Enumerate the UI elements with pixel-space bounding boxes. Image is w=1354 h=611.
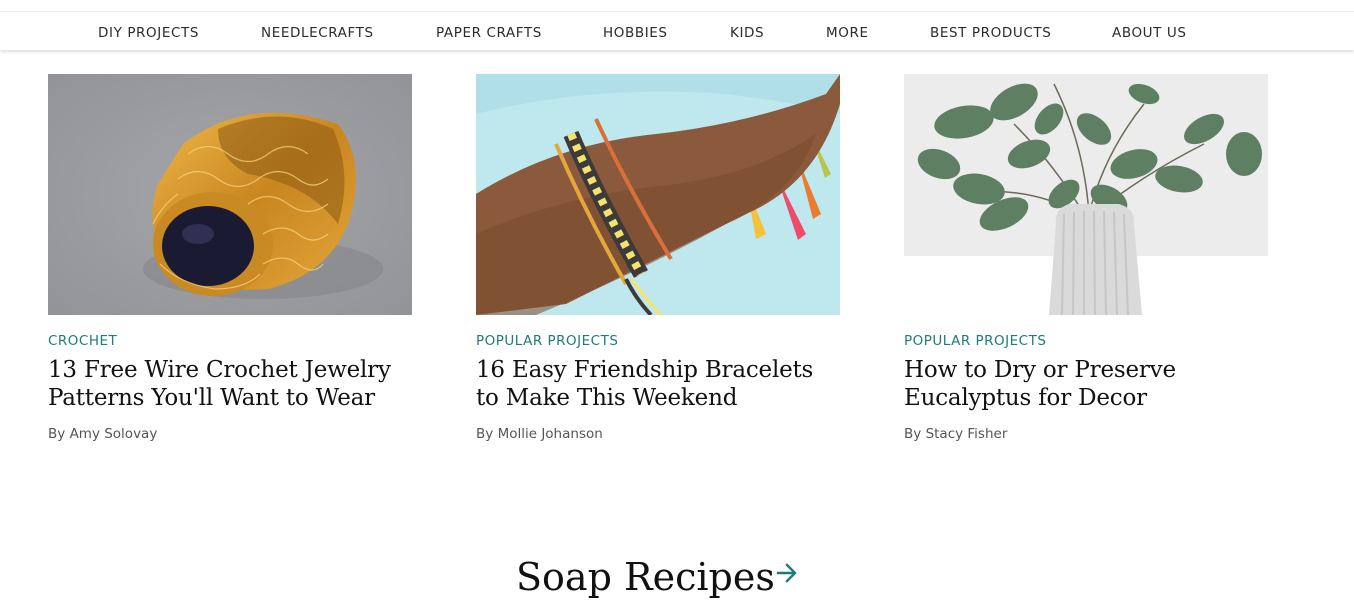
author-name[interactable]: Mollie Johanson bbox=[498, 426, 603, 442]
byline-prefix: By bbox=[476, 426, 494, 442]
article-card-friendship-bracelets[interactable]: POPULAR PROJECTS 16 Easy Friendship Brac… bbox=[476, 74, 840, 442]
article-byline: By Amy Solovay bbox=[48, 426, 157, 442]
nav-item-needlecrafts[interactable]: NEEDLECRAFTS bbox=[261, 25, 374, 41]
article-title[interactable]: 16 Easy Friendship Bracelets to Make Thi… bbox=[476, 356, 840, 412]
article-title[interactable]: How to Dry or Preserve Eucalyptus for De… bbox=[904, 356, 1268, 412]
author-name[interactable]: Amy Solovay bbox=[70, 426, 158, 442]
article-category[interactable]: POPULAR PROJECTS bbox=[476, 333, 618, 349]
author-name[interactable]: Stacy Fisher bbox=[926, 426, 1008, 442]
friendship-bracelets-image[interactable] bbox=[476, 74, 840, 315]
nav-item-more[interactable]: MORE bbox=[826, 25, 869, 41]
section-heading-soap-recipes[interactable]: Soap Recipes bbox=[516, 554, 775, 600]
article-category[interactable]: CROCHET bbox=[48, 333, 117, 349]
nav-item-about-us[interactable]: ABOUT US bbox=[1112, 25, 1187, 41]
nav-item-hobbies[interactable]: HOBBIES bbox=[603, 25, 668, 41]
article-byline: By Mollie Johanson bbox=[476, 426, 603, 442]
byline-prefix: By bbox=[48, 426, 66, 442]
eucalyptus-vase-image[interactable] bbox=[904, 74, 1268, 315]
nav-item-best-products[interactable]: BEST PRODUCTS bbox=[930, 25, 1051, 41]
byline-prefix: By bbox=[904, 426, 922, 442]
arrow-right-icon[interactable] bbox=[775, 561, 799, 585]
wire-crochet-ring-image[interactable] bbox=[48, 74, 412, 315]
nav-item-paper-crafts[interactable]: PAPER CRAFTS bbox=[436, 25, 542, 41]
article-category[interactable]: POPULAR PROJECTS bbox=[904, 333, 1046, 349]
article-card-wire-crochet[interactable]: CROCHET 13 Free Wire Crochet Jewelry Pat… bbox=[48, 74, 412, 442]
article-card-eucalyptus[interactable]: POPULAR PROJECTS How to Dry or Preserve … bbox=[904, 74, 1268, 442]
nav-item-diy-projects[interactable]: DIY PROJECTS bbox=[98, 25, 199, 41]
nav-item-kids[interactable]: KIDS bbox=[730, 25, 764, 41]
top-navigation: DIY PROJECTS NEEDLECRAFTS PAPER CRAFTS H… bbox=[0, 11, 1354, 50]
article-title[interactable]: 13 Free Wire Crochet Jewelry Patterns Yo… bbox=[48, 356, 412, 412]
article-byline: By Stacy Fisher bbox=[904, 426, 1007, 442]
